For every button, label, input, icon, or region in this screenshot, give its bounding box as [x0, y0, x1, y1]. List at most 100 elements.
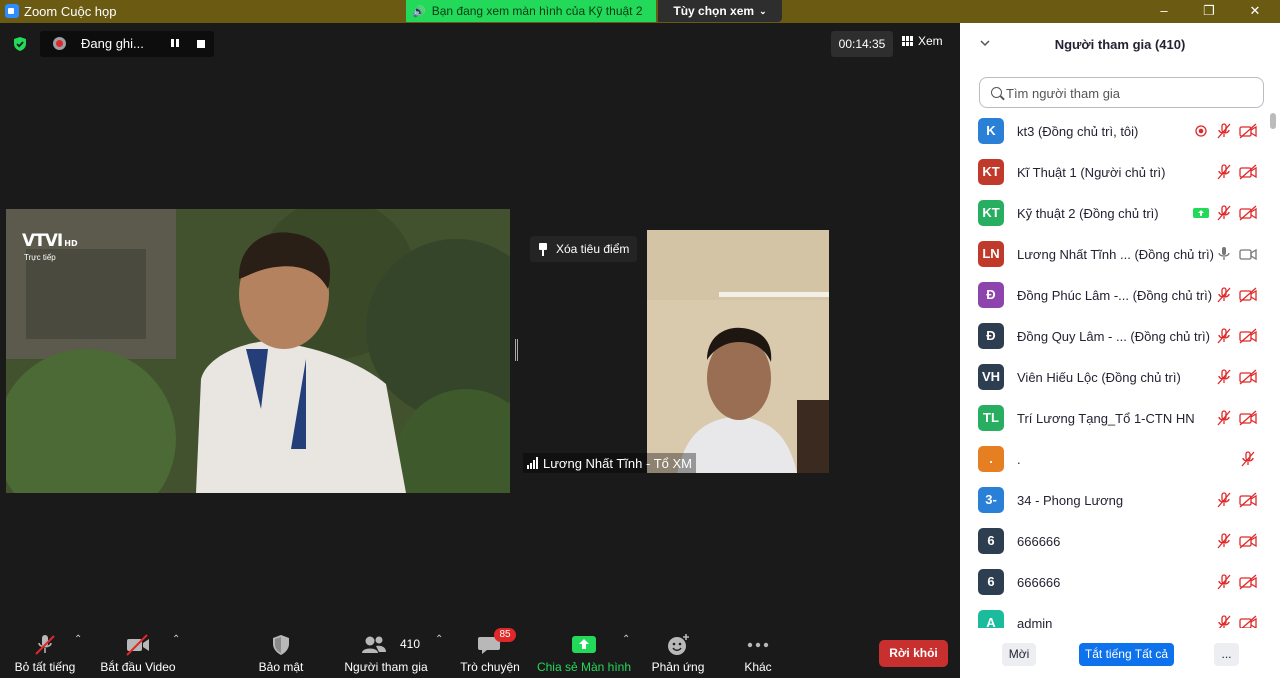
microphone-muted-icon[interactable] — [1215, 574, 1233, 590]
mute-all-label: Bỏ tất tiếng — [14, 660, 76, 674]
shield-check-icon[interactable] — [12, 36, 28, 52]
chevron-up-icon[interactable]: ⌃ — [435, 634, 443, 645]
view-options-label: Tùy chọn xem — [673, 4, 755, 18]
microphone-muted-icon[interactable] — [1215, 287, 1233, 303]
video-camera-icon[interactable] — [1239, 246, 1257, 262]
invite-button[interactable]: Mời — [1002, 643, 1036, 666]
title-bar: Zoom Cuộc họp 🔊 Bạn đang xem màn hình củ… — [0, 0, 1280, 23]
chevron-up-icon[interactable]: ⌃ — [172, 634, 180, 645]
microphone-muted-icon[interactable] — [1215, 369, 1233, 385]
video-off-icon[interactable] — [1239, 164, 1257, 180]
view-options-button[interactable]: Tùy chọn xem ⌄ — [658, 0, 782, 22]
microphone-muted-icon[interactable] — [1215, 328, 1233, 344]
avatar: 6 — [978, 569, 1004, 595]
video-off-icon[interactable] — [1239, 574, 1257, 590]
participant-name: admin — [1017, 616, 1053, 628]
stop-recording-button[interactable] — [197, 40, 205, 48]
participants-icon — [362, 636, 386, 653]
microphone-icon[interactable] — [1215, 246, 1233, 262]
participant-name: 34 - Phong Lương — [1017, 493, 1124, 508]
participant-row[interactable]: VH Viên Hiếu Lộc (Đồng chủ trì) — [960, 357, 1268, 398]
resize-handle[interactable] — [515, 339, 518, 361]
video-off-icon[interactable] — [1239, 410, 1257, 426]
security-button[interactable]: Bảo mật — [248, 631, 314, 677]
avatar: . — [978, 446, 1004, 472]
participants-button[interactable]: 410 Người tham gia — [342, 631, 430, 677]
scrollbar-thumb[interactable] — [1270, 113, 1276, 129]
video-off-icon[interactable] — [1239, 615, 1257, 628]
view-button[interactable]: Xem — [902, 34, 943, 48]
video-off-icon — [126, 634, 149, 656]
participants-count: 410 — [400, 637, 421, 651]
participant-row[interactable]: Kkt3 (Đồng chủ trì, tôi) — [960, 111, 1268, 152]
avatar: 6 — [978, 528, 1004, 554]
microphone-muted-icon[interactable] — [1215, 410, 1233, 426]
participant-row[interactable]: TL Trí Lương Tạng_Tổ 1-CTN HN — [960, 398, 1268, 439]
video-off-icon[interactable] — [1239, 533, 1257, 549]
microphone-muted-icon[interactable] — [1215, 123, 1233, 139]
microphone-muted-icon[interactable] — [1215, 615, 1233, 628]
speaker-video[interactable] — [647, 230, 829, 473]
avatar: K — [978, 118, 1004, 144]
unpin-button[interactable]: Xóa tiêu điểm — [530, 236, 638, 262]
panel-title: Người tham gia (410) — [1054, 37, 1186, 52]
close-button[interactable]: ✕ — [1243, 2, 1267, 20]
leave-button[interactable]: Rời khỏi — [879, 640, 948, 667]
mute-all-button[interactable]: Bỏ tất tiếng — [12, 631, 78, 677]
more-button[interactable]: Khác — [732, 631, 784, 677]
video-off-icon[interactable] — [1239, 287, 1257, 303]
mute-all-participants-button[interactable]: Tắt tiếng Tất cả — [1079, 643, 1174, 666]
participants-panel: Người tham gia (410) Kkt3 (Đồng chủ trì,… — [960, 23, 1280, 678]
chevron-up-icon[interactable]: ⌃ — [622, 634, 630, 645]
video-off-icon[interactable] — [1239, 328, 1257, 344]
meeting-timer: 00:14:35 — [831, 31, 893, 57]
chevron-up-icon[interactable]: ⌃ — [74, 634, 82, 645]
video-off-icon[interactable] — [1239, 369, 1257, 385]
video-off-icon[interactable] — [1239, 492, 1257, 508]
microphone-muted-icon[interactable] — [1215, 533, 1233, 549]
share-banner-text: Bạn đang xem màn hình của Kỹ thuật 2 — [431, 4, 643, 18]
share-screen-label: Chia sẻ Màn hình — [536, 660, 632, 674]
pin-icon — [538, 242, 548, 256]
participant-row[interactable]: LN Lương Nhất Tĩnh ... (Đồng chủ trì) — [960, 234, 1268, 275]
speaker-name-tag: Lương Nhất Tĩnh - Tổ XM — [523, 453, 696, 473]
recording-icon — [1192, 123, 1210, 139]
microphone-muted-icon[interactable] — [1215, 164, 1233, 180]
microphone-muted-icon[interactable] — [1239, 451, 1257, 467]
search-input[interactable] — [1006, 84, 1256, 102]
participant-row[interactable]: 6 666666 — [960, 562, 1268, 603]
video-off-icon[interactable] — [1239, 123, 1257, 139]
participant-row[interactable]: KT Kỹ thuật 2 (Đồng chủ trì) — [960, 193, 1268, 234]
panel-more-button[interactable]: ... — [1214, 643, 1239, 666]
share-screen-button[interactable]: Chia sẻ Màn hình — [536, 631, 632, 677]
avatar: TL — [978, 405, 1004, 431]
participant-name: Đồng Quy Lâm - ... (Đồng chủ trì) — [1017, 329, 1210, 344]
smile-add-icon — [668, 634, 689, 655]
participant-row[interactable]: 3- 34 - Phong Lương — [960, 480, 1268, 521]
start-video-button[interactable]: Bắt đầu Video — [100, 631, 176, 677]
participant-name: Lương Nhất Tĩnh ... (Đồng chủ trì) — [1017, 247, 1214, 262]
participant-row[interactable]: Đ Đồng Phúc Lâm -... (Đồng chủ trì) — [960, 275, 1268, 316]
participant-name: Viên Hiếu Lộc (Đồng chủ trì) — [1017, 370, 1181, 385]
reactions-label: Phản ứng — [651, 660, 705, 674]
participant-row[interactable]: KT Kĩ Thuật 1 (Người chủ trì) — [960, 152, 1268, 193]
microphone-muted-icon[interactable] — [1215, 492, 1233, 508]
avatar: KT — [978, 200, 1004, 226]
scrollbar[interactable] — [1269, 111, 1277, 628]
participant-row[interactable]: Aadmin — [960, 603, 1268, 628]
participant-row[interactable]: .. — [960, 439, 1268, 480]
restore-button[interactable]: ❐ — [1197, 2, 1221, 20]
chat-label: Trò chuyện — [460, 660, 520, 674]
video-off-icon[interactable] — [1239, 205, 1257, 221]
participant-row[interactable]: Đ Đồng Quy Lâm - ... (Đồng chủ trì) — [960, 316, 1268, 357]
search-box[interactable] — [979, 77, 1264, 108]
shared-screen-video[interactable]: VTVI HD Trực tiếp — [6, 209, 510, 493]
participants-list: Kkt3 (Đồng chủ trì, tôi) KT Kĩ Thuật 1 (Ng… — [960, 111, 1268, 628]
microphone-muted-icon[interactable] — [1215, 205, 1233, 221]
more-dots-icon — [747, 642, 769, 648]
minimize-button[interactable]: – — [1152, 2, 1176, 20]
participant-row[interactable]: 6 666666 — [960, 521, 1268, 562]
pause-recording-button[interactable] — [170, 38, 180, 48]
speaker-name: Lương Nhất Tĩnh - Tổ XM — [543, 455, 692, 471]
reactions-button[interactable]: Phản ứng — [648, 631, 708, 677]
